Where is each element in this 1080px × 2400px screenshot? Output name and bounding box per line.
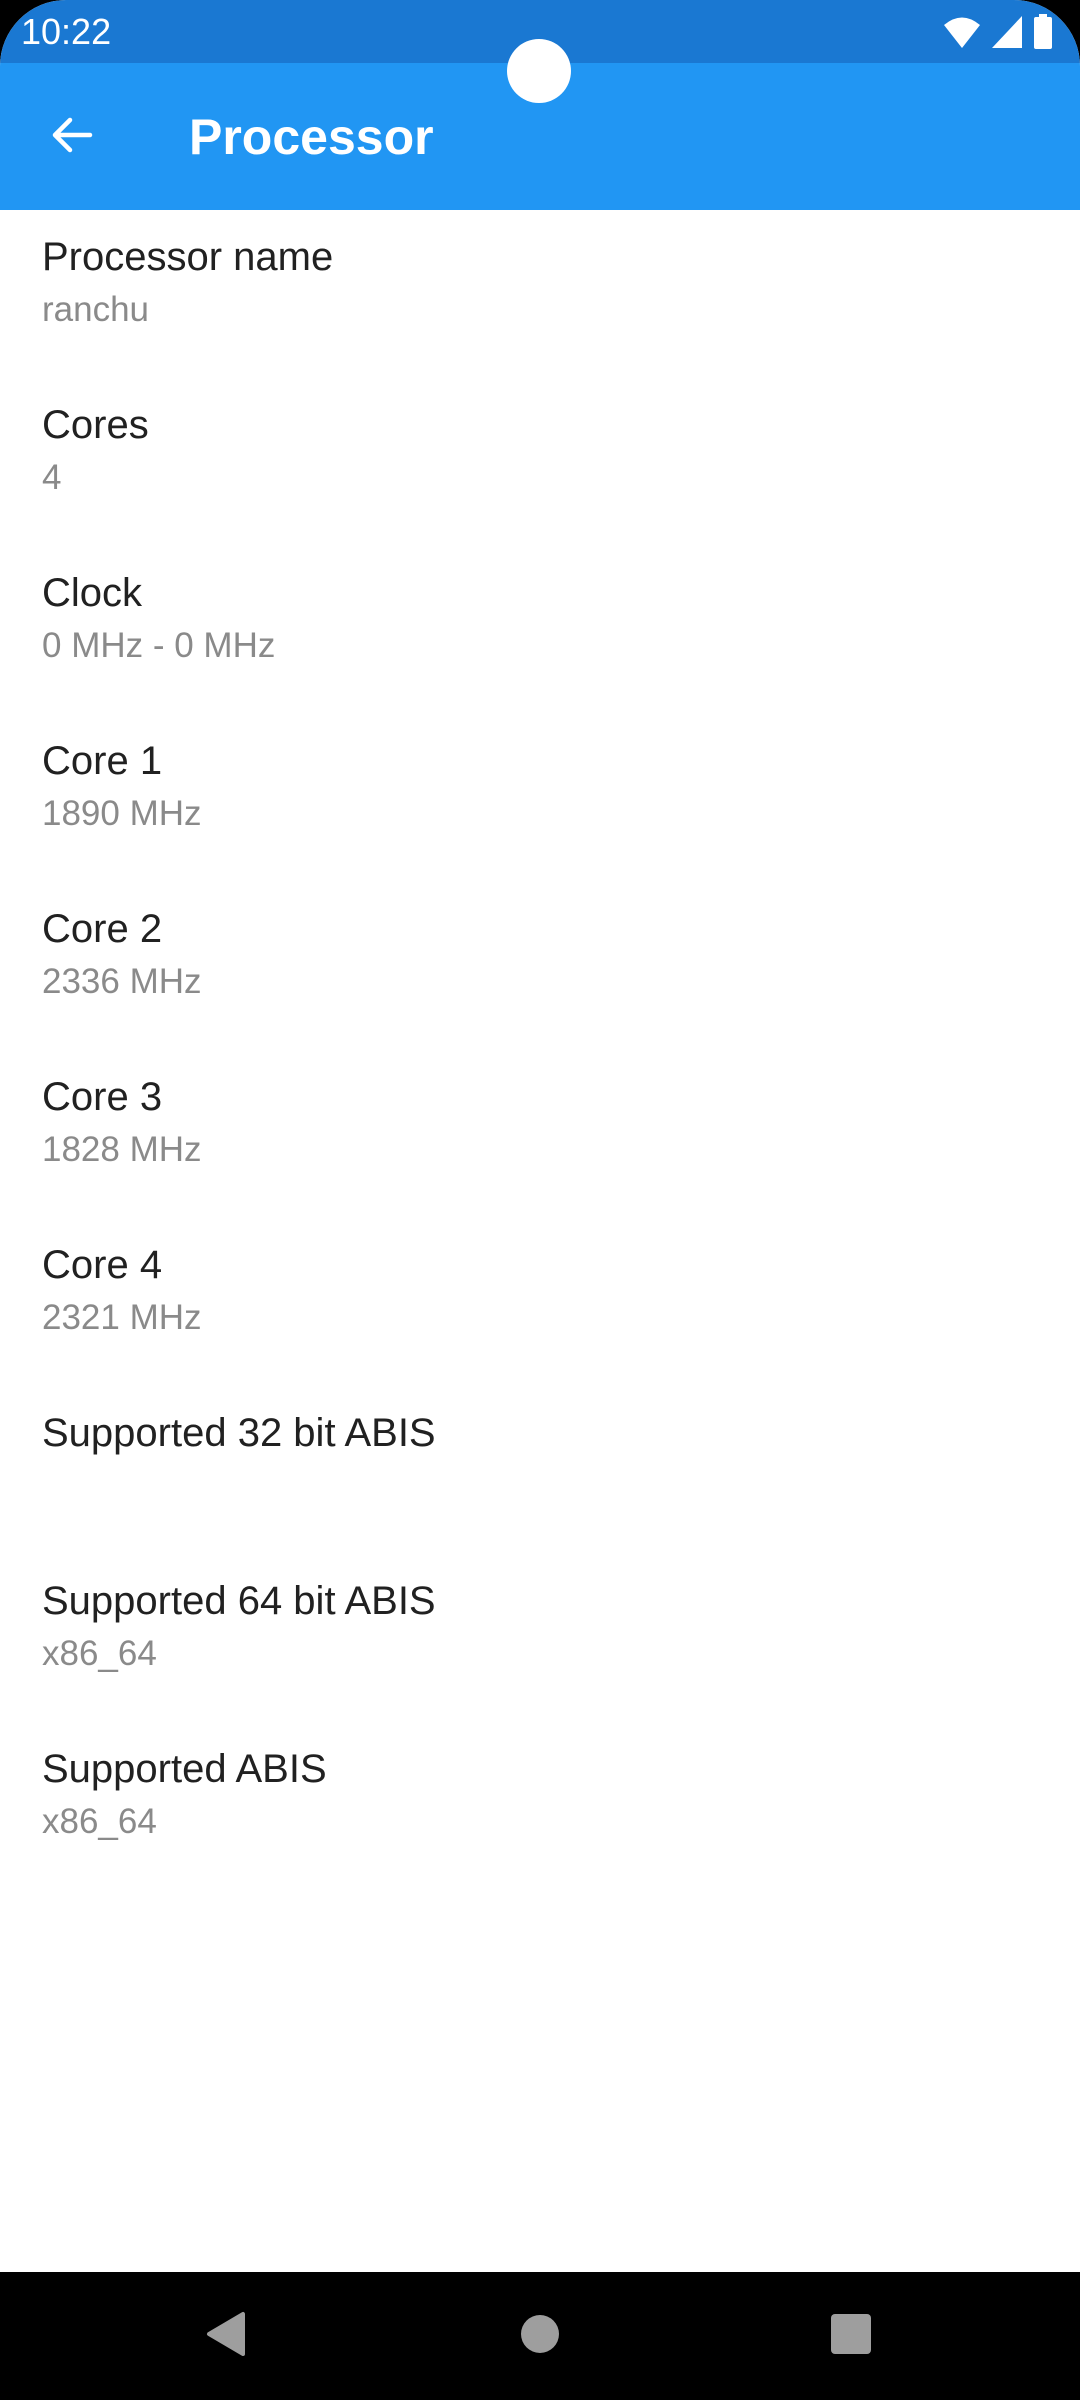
item-value: 0 MHz - 0 MHz bbox=[42, 626, 276, 665]
list-item-core-3[interactable]: Core 3 1828 MHz bbox=[0, 1050, 1080, 1218]
recents-square-icon bbox=[830, 2313, 872, 2360]
list-item-processor-name[interactable]: Processor name ranchu bbox=[0, 210, 1080, 378]
item-label: Clock bbox=[42, 571, 143, 615]
item-label: Supported 32 bit ABIS bbox=[42, 1411, 436, 1455]
nav-home-button[interactable] bbox=[500, 2296, 580, 2376]
item-label: Core 2 bbox=[42, 907, 163, 951]
item-value: 2336 MHz bbox=[42, 962, 202, 1001]
list-item-core-4[interactable]: Core 4 2321 MHz bbox=[0, 1218, 1080, 1386]
nav-recents-button[interactable] bbox=[811, 2296, 891, 2376]
processor-info-list: Processor name ranchu Cores 4 Clock 0 MH… bbox=[0, 210, 1080, 1890]
item-label: Supported 64 bit ABIS bbox=[42, 1579, 436, 1623]
item-value: 1890 MHz bbox=[42, 794, 202, 833]
list-item-supported-abis[interactable]: Supported ABIS x86_64 bbox=[0, 1722, 1080, 1890]
battery-icon bbox=[1032, 14, 1054, 50]
back-triangle-icon bbox=[203, 2310, 247, 2363]
item-label: Core 3 bbox=[42, 1075, 163, 1119]
nav-back-button[interactable] bbox=[185, 2296, 265, 2376]
list-item-core-2[interactable]: Core 2 2336 MHz bbox=[0, 882, 1080, 1050]
status-time: 10:22 bbox=[21, 11, 112, 52]
item-value: ranchu bbox=[42, 290, 150, 329]
back-button[interactable] bbox=[36, 101, 108, 173]
cell-signal-icon bbox=[990, 14, 1024, 50]
item-value: x86_64 bbox=[42, 1634, 157, 1673]
phone-screen: 10:22 Processor Processor name ranchu Co… bbox=[0, 0, 1080, 2400]
page-title: Processor bbox=[189, 109, 434, 165]
list-item-clock[interactable]: Clock 0 MHz - 0 MHz bbox=[0, 546, 1080, 714]
list-item-core-1[interactable]: Core 1 1890 MHz bbox=[0, 714, 1080, 882]
item-label: Processor name bbox=[42, 235, 334, 279]
item-value: 4 bbox=[42, 458, 62, 497]
item-value: 1828 MHz bbox=[42, 1130, 202, 1169]
camera-cutout bbox=[507, 39, 571, 103]
item-value: x86_64 bbox=[42, 1802, 157, 1841]
wifi-icon bbox=[942, 14, 982, 50]
item-label: Core 4 bbox=[42, 1243, 163, 1287]
status-icons bbox=[942, 13, 1054, 51]
item-label: Supported ABIS bbox=[42, 1747, 327, 1791]
home-circle-icon bbox=[520, 2314, 560, 2359]
item-label: Core 1 bbox=[42, 739, 163, 783]
list-item-cores[interactable]: Cores 4 bbox=[0, 378, 1080, 546]
arrow-back-icon bbox=[48, 111, 96, 164]
system-nav-bar bbox=[0, 2272, 1080, 2400]
item-value: 2321 MHz bbox=[42, 1298, 202, 1337]
list-item-supported-32-bit-abis[interactable]: Supported 32 bit ABIS bbox=[0, 1386, 1080, 1554]
list-item-supported-64-bit-abis[interactable]: Supported 64 bit ABIS x86_64 bbox=[0, 1554, 1080, 1722]
item-label: Cores bbox=[42, 403, 149, 447]
